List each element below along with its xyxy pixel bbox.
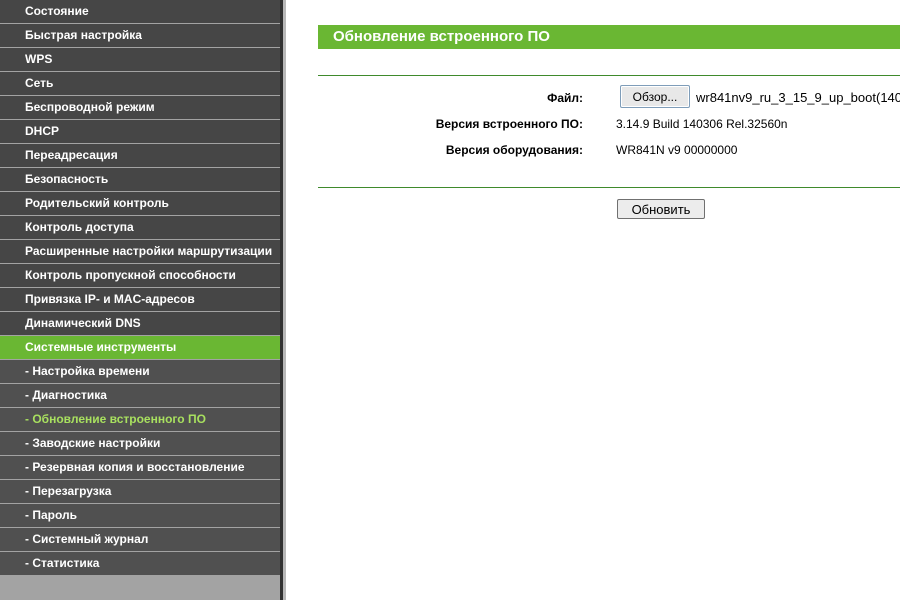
menu-item-quick-setup[interactable]: Быстрая настройка (0, 24, 280, 47)
file-label: Файл: (547, 91, 583, 105)
menu-item-wps[interactable]: WPS (0, 48, 280, 71)
menu-item-dhcp[interactable]: DHCP (0, 120, 280, 143)
firmware-version-label: Версия встроенного ПО: (435, 117, 583, 131)
submenu-item-password[interactable]: - Пароль (0, 504, 280, 527)
section-divider-bottom (318, 187, 900, 188)
menu-item-network[interactable]: Сеть (0, 72, 280, 95)
section-divider-top (318, 75, 900, 76)
menu-item-system-tools[interactable]: Системные инструменты (0, 336, 280, 359)
menu-item-ip-mac-binding[interactable]: Привязка IP- и MAC-адресов (0, 288, 280, 311)
browse-button[interactable]: Обзор... (620, 85, 690, 108)
submenu-item-statistics[interactable]: - Статистика (0, 552, 280, 575)
sidebar-menu: Состояние Быстрая настройка WPS Сеть Бес… (0, 0, 280, 600)
submenu-item-backup-restore[interactable]: - Резервная копия и восстановление (0, 456, 280, 479)
file-name-field[interactable]: wr841nv9_ru_3_15_9_up_boot(140 (696, 90, 900, 105)
submenu-item-reboot[interactable]: - Перезагрузка (0, 480, 280, 503)
main-content: Обновление встроенного ПО Файл: Обзор...… (286, 0, 900, 600)
menu-item-parental-control[interactable]: Родительский контроль (0, 192, 280, 215)
firmware-version-value: 3.14.9 Build 140306 Rel.32560n (616, 117, 788, 131)
menu-item-forwarding[interactable]: Переадресация (0, 144, 280, 167)
menu-item-dynamic-dns[interactable]: Динамический DNS (0, 312, 280, 335)
submenu-item-system-log[interactable]: - Системный журнал (0, 528, 280, 551)
menu-item-security[interactable]: Безопасность (0, 168, 280, 191)
submenu-item-time-settings[interactable]: - Настройка времени (0, 360, 280, 383)
submenu-item-diagnostics[interactable]: - Диагностика (0, 384, 280, 407)
page-title: Обновление встроенного ПО (318, 25, 900, 49)
submenu-item-firmware-upgrade[interactable]: - Обновление встроенного ПО (0, 408, 280, 431)
menu-item-status[interactable]: Состояние (0, 0, 280, 23)
menu-item-advanced-routing[interactable]: Расширенные настройки маршрутизации (0, 240, 280, 263)
menu-item-bandwidth-control[interactable]: Контроль пропускной способности (0, 264, 280, 287)
update-button[interactable]: Обновить (617, 199, 705, 219)
menu-item-wireless[interactable]: Беспроводной режим (0, 96, 280, 119)
menu-item-access-control[interactable]: Контроль доступа (0, 216, 280, 239)
hardware-version-value: WR841N v9 00000000 (616, 143, 738, 157)
submenu-item-factory-defaults[interactable]: - Заводские настройки (0, 432, 280, 455)
hardware-version-label: Версия оборудования: (445, 143, 583, 157)
